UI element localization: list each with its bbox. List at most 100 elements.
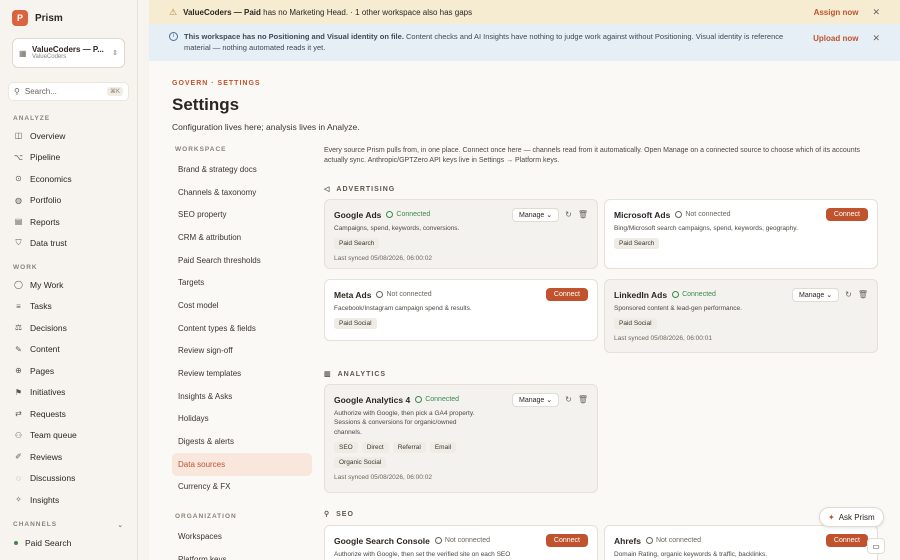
settings-nav-insights-asks[interactable]: Insights & Asks — [172, 385, 312, 408]
close-icon[interactable]: ✕ — [872, 7, 880, 18]
source-name: Meta Ads — [334, 289, 372, 300]
manage-button[interactable]: Manage ⌄ — [792, 287, 840, 302]
trash-icon[interactable]: 🗑 — [578, 395, 588, 404]
page-title: Settings — [172, 95, 240, 114]
sidebar-item-label: Insights — [30, 494, 60, 505]
sidebar-item-insights[interactable]: ✧ Insights — [0, 489, 137, 511]
sidebar-item-label: Data trust — [30, 238, 67, 249]
prism-logo: P — [12, 10, 28, 26]
manage-button[interactable]: Manage ⌄ — [512, 207, 560, 222]
sidebar-item-reviews[interactable]: ✐ Reviews — [0, 446, 137, 468]
sidebar-item-team-queue[interactable]: ⚇ Team queue — [0, 425, 137, 447]
settings-nav-crm-attribution[interactable]: CRM & attribution — [172, 226, 312, 249]
settings-nav-data-sources[interactable]: Data sources — [172, 452, 312, 476]
settings-nav-review-sign-off[interactable]: Review sign-off — [172, 340, 312, 363]
brand[interactable]: P Prism — [0, 0, 137, 36]
sidebar-item-portfolio[interactable]: ◍ Portfolio — [0, 190, 137, 212]
settings-nav-workspaces[interactable]: Workspaces — [172, 525, 312, 548]
settings-nav-brand-strategy-docs[interactable]: Brand & strategy docs — [172, 158, 312, 181]
settings-nav-review-templates[interactable]: Review templates — [172, 362, 312, 385]
source-card-ga4: Google Analytics 4 Connected Manage ⌄ ↻ … — [324, 384, 598, 493]
team-icon: ⚇ — [14, 430, 23, 440]
trash-icon[interactable]: 🗑 — [858, 290, 868, 299]
sidebar-item-initiatives[interactable]: ⚑ Initiatives — [0, 382, 137, 404]
channel-tag: Paid Search — [334, 238, 380, 250]
bar-chart-icon: ▥ — [324, 371, 332, 378]
assign-now-link[interactable]: Assign now — [814, 8, 859, 17]
sidebar-item-label: Portfolio — [30, 195, 62, 206]
content-icon: ✎ — [15, 344, 22, 354]
source-name: Google Analytics 4 — [334, 394, 411, 405]
sidebar-item-label: Pages — [30, 365, 55, 376]
settings-nav-platform-keys[interactable]: Platform keys — [172, 548, 312, 560]
sidebar-item-label: Initiatives — [30, 387, 66, 398]
sidebar-item-label: Paid Search — [25, 538, 72, 549]
channel-tag: Paid Social — [614, 318, 657, 330]
empty-circle-icon — [675, 211, 683, 218]
settings-nav-targets[interactable]: Targets — [172, 271, 312, 294]
search-input[interactable]: ⚲ Search... ⌘K — [8, 82, 129, 101]
trash-icon[interactable]: 🗑 — [578, 210, 588, 219]
search-icon: ⚲ — [14, 87, 20, 96]
sidebar-item-discussions[interactable]: ◌ Discussions — [0, 468, 137, 490]
status-connected: Connected — [415, 396, 459, 403]
group-advertising: ◁ ADVERTISING — [324, 185, 396, 194]
settings-nav-paid-search-thresholds[interactable]: Paid Search thresholds — [172, 249, 312, 272]
sidebar-item-label: Pipeline — [30, 152, 61, 163]
sidebar-item-pages[interactable]: ⊕ Pages — [0, 360, 137, 382]
grid-icon: ◫ — [14, 131, 23, 141]
page-subtitle: Configuration lives here; analysis lives… — [172, 122, 360, 132]
chat-icon[interactable]: ▭ — [867, 538, 885, 554]
sidebar-item-label: Discussions — [30, 473, 76, 484]
sidebar-item-my-work[interactable]: ◯ My Work — [0, 274, 137, 296]
workspace-switcher[interactable]: ▦ ValueCoders — P... ValueCoders ⇕ — [12, 38, 125, 68]
status-connected: Connected — [672, 291, 716, 298]
sidebar-item-overview[interactable]: ◫ Overview — [0, 125, 137, 147]
connect-button[interactable]: Connect — [825, 534, 868, 547]
chevron-updown-icon: ⇕ — [112, 50, 118, 57]
sidebar-item-data-trust[interactable]: ⛉ Data trust — [0, 233, 137, 255]
tasks-icon: ≡ — [16, 301, 21, 311]
search-shortcut: ⌘K — [106, 87, 123, 96]
connect-button[interactable]: Connect — [545, 288, 588, 301]
warning-banner: ⚠ ValueCoders — Paid has no Marketing He… — [149, 0, 900, 24]
settings-nav-channels-taxonomy[interactable]: Channels & taxonomy — [172, 181, 312, 204]
connect-button[interactable]: Connect — [545, 534, 588, 547]
settings-nav-holidays[interactable]: Holidays — [172, 408, 312, 431]
connect-button[interactable]: Connect — [825, 208, 868, 221]
ask-prism-button[interactable]: ✦ Ask Prism — [819, 507, 884, 527]
settings-nav-digests-alerts[interactable]: Digests & alerts — [172, 430, 312, 453]
sidebar-item-pipeline[interactable]: ⌥ Pipeline — [0, 147, 137, 169]
brand-name: Prism — [35, 12, 63, 24]
settings-nav-content-types-fields[interactable]: Content types & fields — [172, 317, 312, 340]
sidebar-item-requests[interactable]: ⇄ Requests — [0, 403, 137, 425]
manage-button[interactable]: Manage ⌄ — [512, 392, 560, 407]
settings-nav-seo-property[interactable]: SEO property — [172, 203, 312, 226]
close-icon[interactable]: ✕ — [872, 32, 880, 46]
sidebar-item-economics[interactable]: ⊙ Economics — [0, 168, 137, 190]
source-card-google-ads: Google Ads Connected Manage ⌄ ↻ 🗑 Campai… — [324, 199, 598, 269]
refresh-icon[interactable]: ↻ — [565, 210, 572, 219]
sidebar-item-tasks[interactable]: ≡ Tasks — [0, 296, 137, 318]
settings-nav-currency-fx[interactable]: Currency & FX — [172, 476, 312, 499]
refresh-icon[interactable]: ↻ — [845, 290, 852, 299]
sidebar-item-decisions[interactable]: ⚖ Decisions — [0, 317, 137, 339]
check-circle-icon — [672, 291, 680, 298]
last-synced: Last synced 05/08/2026, 06:00:02 — [334, 255, 432, 263]
section-label-channels[interactable]: CHANNELS ⌄ — [0, 521, 137, 531]
check-circle-icon — [386, 211, 394, 218]
source-desc: Sponsored content & lead-gen performance… — [614, 305, 742, 312]
sidebar-item-label: Reviews — [30, 451, 63, 462]
sidebar-item-paid-search[interactable]: Paid Search — [0, 533, 137, 555]
sidebar-item-reports[interactable]: ▤ Reports — [0, 211, 137, 233]
sidebar-item-content[interactable]: ✎ Content — [0, 339, 137, 361]
last-synced: Last synced 05/08/2026, 06:00:01 — [614, 335, 712, 343]
insights-icon: ✧ — [15, 495, 22, 505]
source-card-google-search-console: Google Search Console Not connected Conn… — [324, 525, 598, 560]
channel-tag: Organic Social — [334, 457, 387, 469]
settings-nav-cost-model[interactable]: Cost model — [172, 294, 312, 317]
settings-nav: WORKSPACE Brand & strategy docs Channels … — [172, 146, 312, 560]
upload-now-link[interactable]: Upload now — [813, 33, 858, 45]
source-name: LinkedIn Ads — [614, 289, 668, 300]
refresh-icon[interactable]: ↻ — [565, 395, 572, 404]
